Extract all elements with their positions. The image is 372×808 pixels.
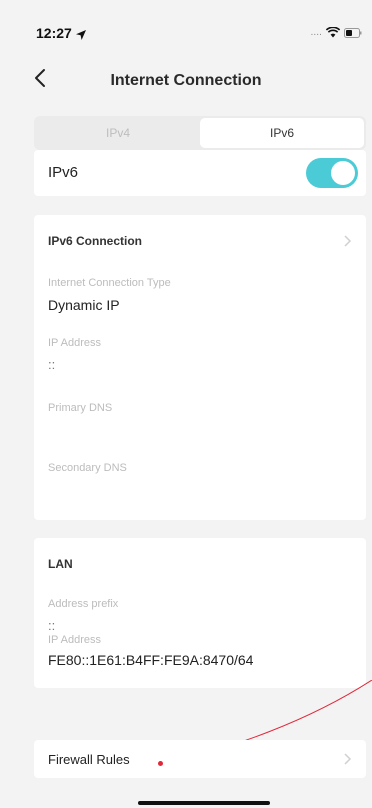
address-prefix-value: :: [48,618,56,633]
secondary-dns-label: Secondary DNS [48,462,127,474]
status-bar: 12:27 .... [0,0,372,58]
status-time: 12:27 [36,25,72,41]
phone-screen: 12:27 .... Internet Connection IPv4 IPv6… [0,0,372,808]
chevron-right-icon [344,235,352,247]
lan-ip-address-value: FE80::1E61:B4FF:FE9A:8470/64 [48,652,254,668]
nav-bar: Internet Connection [0,58,372,98]
page-title: Internet Connection [110,72,262,89]
firewall-rules-row[interactable]: Firewall Rules [34,740,366,778]
lan-card: LAN Address prefix :: IP Address FE80::1… [34,538,366,688]
wifi-icon [326,27,340,38]
address-prefix-label: Address prefix [48,598,119,610]
location-arrow-icon [76,27,86,40]
ipv6-connection-title: IPv6 Connection [48,234,143,248]
ipv6-toggle-label: IPv6 [48,164,79,181]
connection-type-value: Dynamic IP [48,297,120,313]
connection-type-label: Internet Connection Type [48,277,171,289]
ip-address-value: :: [48,357,56,372]
primary-dns-label: Primary DNS [48,402,113,414]
lan-title: LAN [48,557,73,571]
chevron-right-icon [344,753,352,765]
battery-icon [344,27,362,38]
ip-address-label: IP Address [48,337,101,349]
annotation-dot [158,761,163,766]
signal-indicator: .... [310,27,322,38]
status-indicators: .... [311,27,362,38]
ipv6-connection-card[interactable]: IPv6 Connection Internet Connection Type… [34,215,366,520]
firewall-rules-label: Firewall Rules [48,752,130,767]
ipv6-toggle-switch[interactable] [306,158,358,188]
home-indicator[interactable] [138,801,270,805]
ipv6-toggle-row: IPv6 [34,150,366,196]
lan-ip-address-label: IP Address [48,634,101,646]
ip-version-tabs: IPv4 IPv6 [34,116,366,150]
tab-ipv4[interactable]: IPv4 [36,118,200,148]
toggle-knob [331,161,355,185]
tab-ipv6[interactable]: IPv6 [200,118,364,148]
